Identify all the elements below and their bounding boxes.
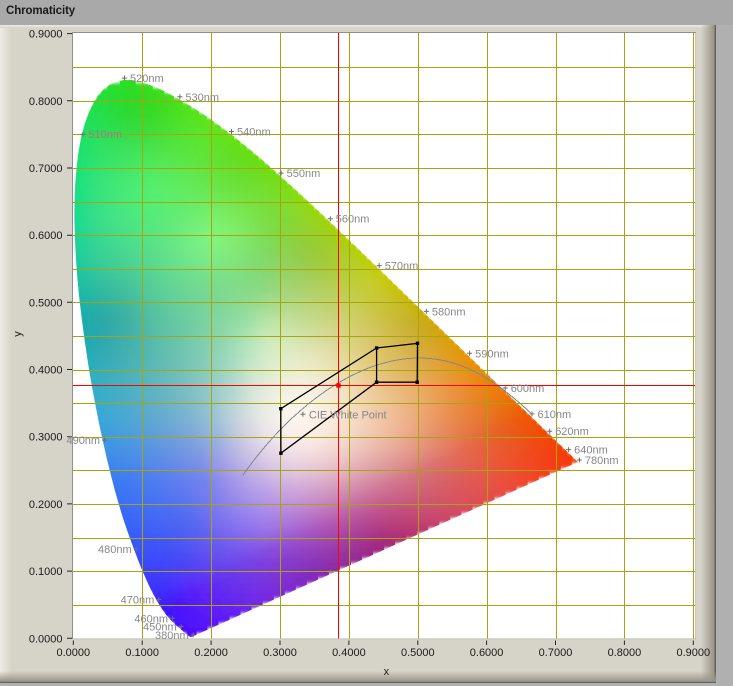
- svg-text:0.5000: 0.5000: [401, 647, 435, 659]
- svg-text:y: y: [12, 331, 24, 337]
- svg-text:560nm: 560nm: [336, 214, 370, 226]
- svg-text:570nm: 570nm: [385, 261, 419, 273]
- svg-text:470nm: 470nm: [121, 595, 155, 607]
- svg-text:0.5000: 0.5000: [29, 297, 63, 309]
- svg-text:0.2000: 0.2000: [194, 647, 228, 659]
- svg-text:380nm: 380nm: [155, 630, 189, 642]
- svg-text:0.0000: 0.0000: [56, 647, 90, 659]
- svg-text:580nm: 580nm: [432, 306, 466, 318]
- svg-text:CIE White Point: CIE White Point: [309, 409, 387, 421]
- svg-text:0.1000: 0.1000: [125, 647, 159, 659]
- svg-text:0.8000: 0.8000: [29, 96, 63, 108]
- svg-text:490nm: 490nm: [66, 435, 100, 447]
- svg-text:0.9000: 0.9000: [29, 29, 63, 41]
- svg-text:590nm: 590nm: [475, 348, 509, 360]
- svg-text:0.4000: 0.4000: [332, 647, 366, 659]
- svg-text:530nm: 530nm: [185, 92, 219, 104]
- svg-text:0.0000: 0.0000: [29, 633, 63, 645]
- svg-text:0.7000: 0.7000: [539, 647, 573, 659]
- svg-text:0.7000: 0.7000: [29, 163, 63, 175]
- svg-text:0.4000: 0.4000: [29, 365, 63, 377]
- svg-text:0.6000: 0.6000: [29, 230, 63, 242]
- svg-text:0.1000: 0.1000: [29, 566, 63, 578]
- svg-text:510nm: 510nm: [88, 129, 122, 141]
- svg-text:0.9000: 0.9000: [676, 647, 710, 659]
- svg-text:0.3000: 0.3000: [29, 432, 63, 444]
- svg-text:620nm: 620nm: [555, 426, 589, 438]
- svg-text:0.3000: 0.3000: [263, 647, 297, 659]
- svg-text:0.6000: 0.6000: [470, 647, 504, 659]
- svg-text:0.2000: 0.2000: [29, 499, 63, 511]
- svg-text:780nm: 780nm: [585, 455, 619, 467]
- svg-text:600nm: 600nm: [511, 383, 545, 395]
- svg-text:x: x: [384, 666, 390, 678]
- svg-text:540nm: 540nm: [237, 127, 271, 139]
- svg-text:480nm: 480nm: [98, 544, 132, 556]
- svg-text:610nm: 610nm: [538, 409, 572, 421]
- svg-text:0.8000: 0.8000: [608, 647, 642, 659]
- svg-text:520nm: 520nm: [130, 73, 164, 85]
- svg-text:550nm: 550nm: [287, 168, 321, 180]
